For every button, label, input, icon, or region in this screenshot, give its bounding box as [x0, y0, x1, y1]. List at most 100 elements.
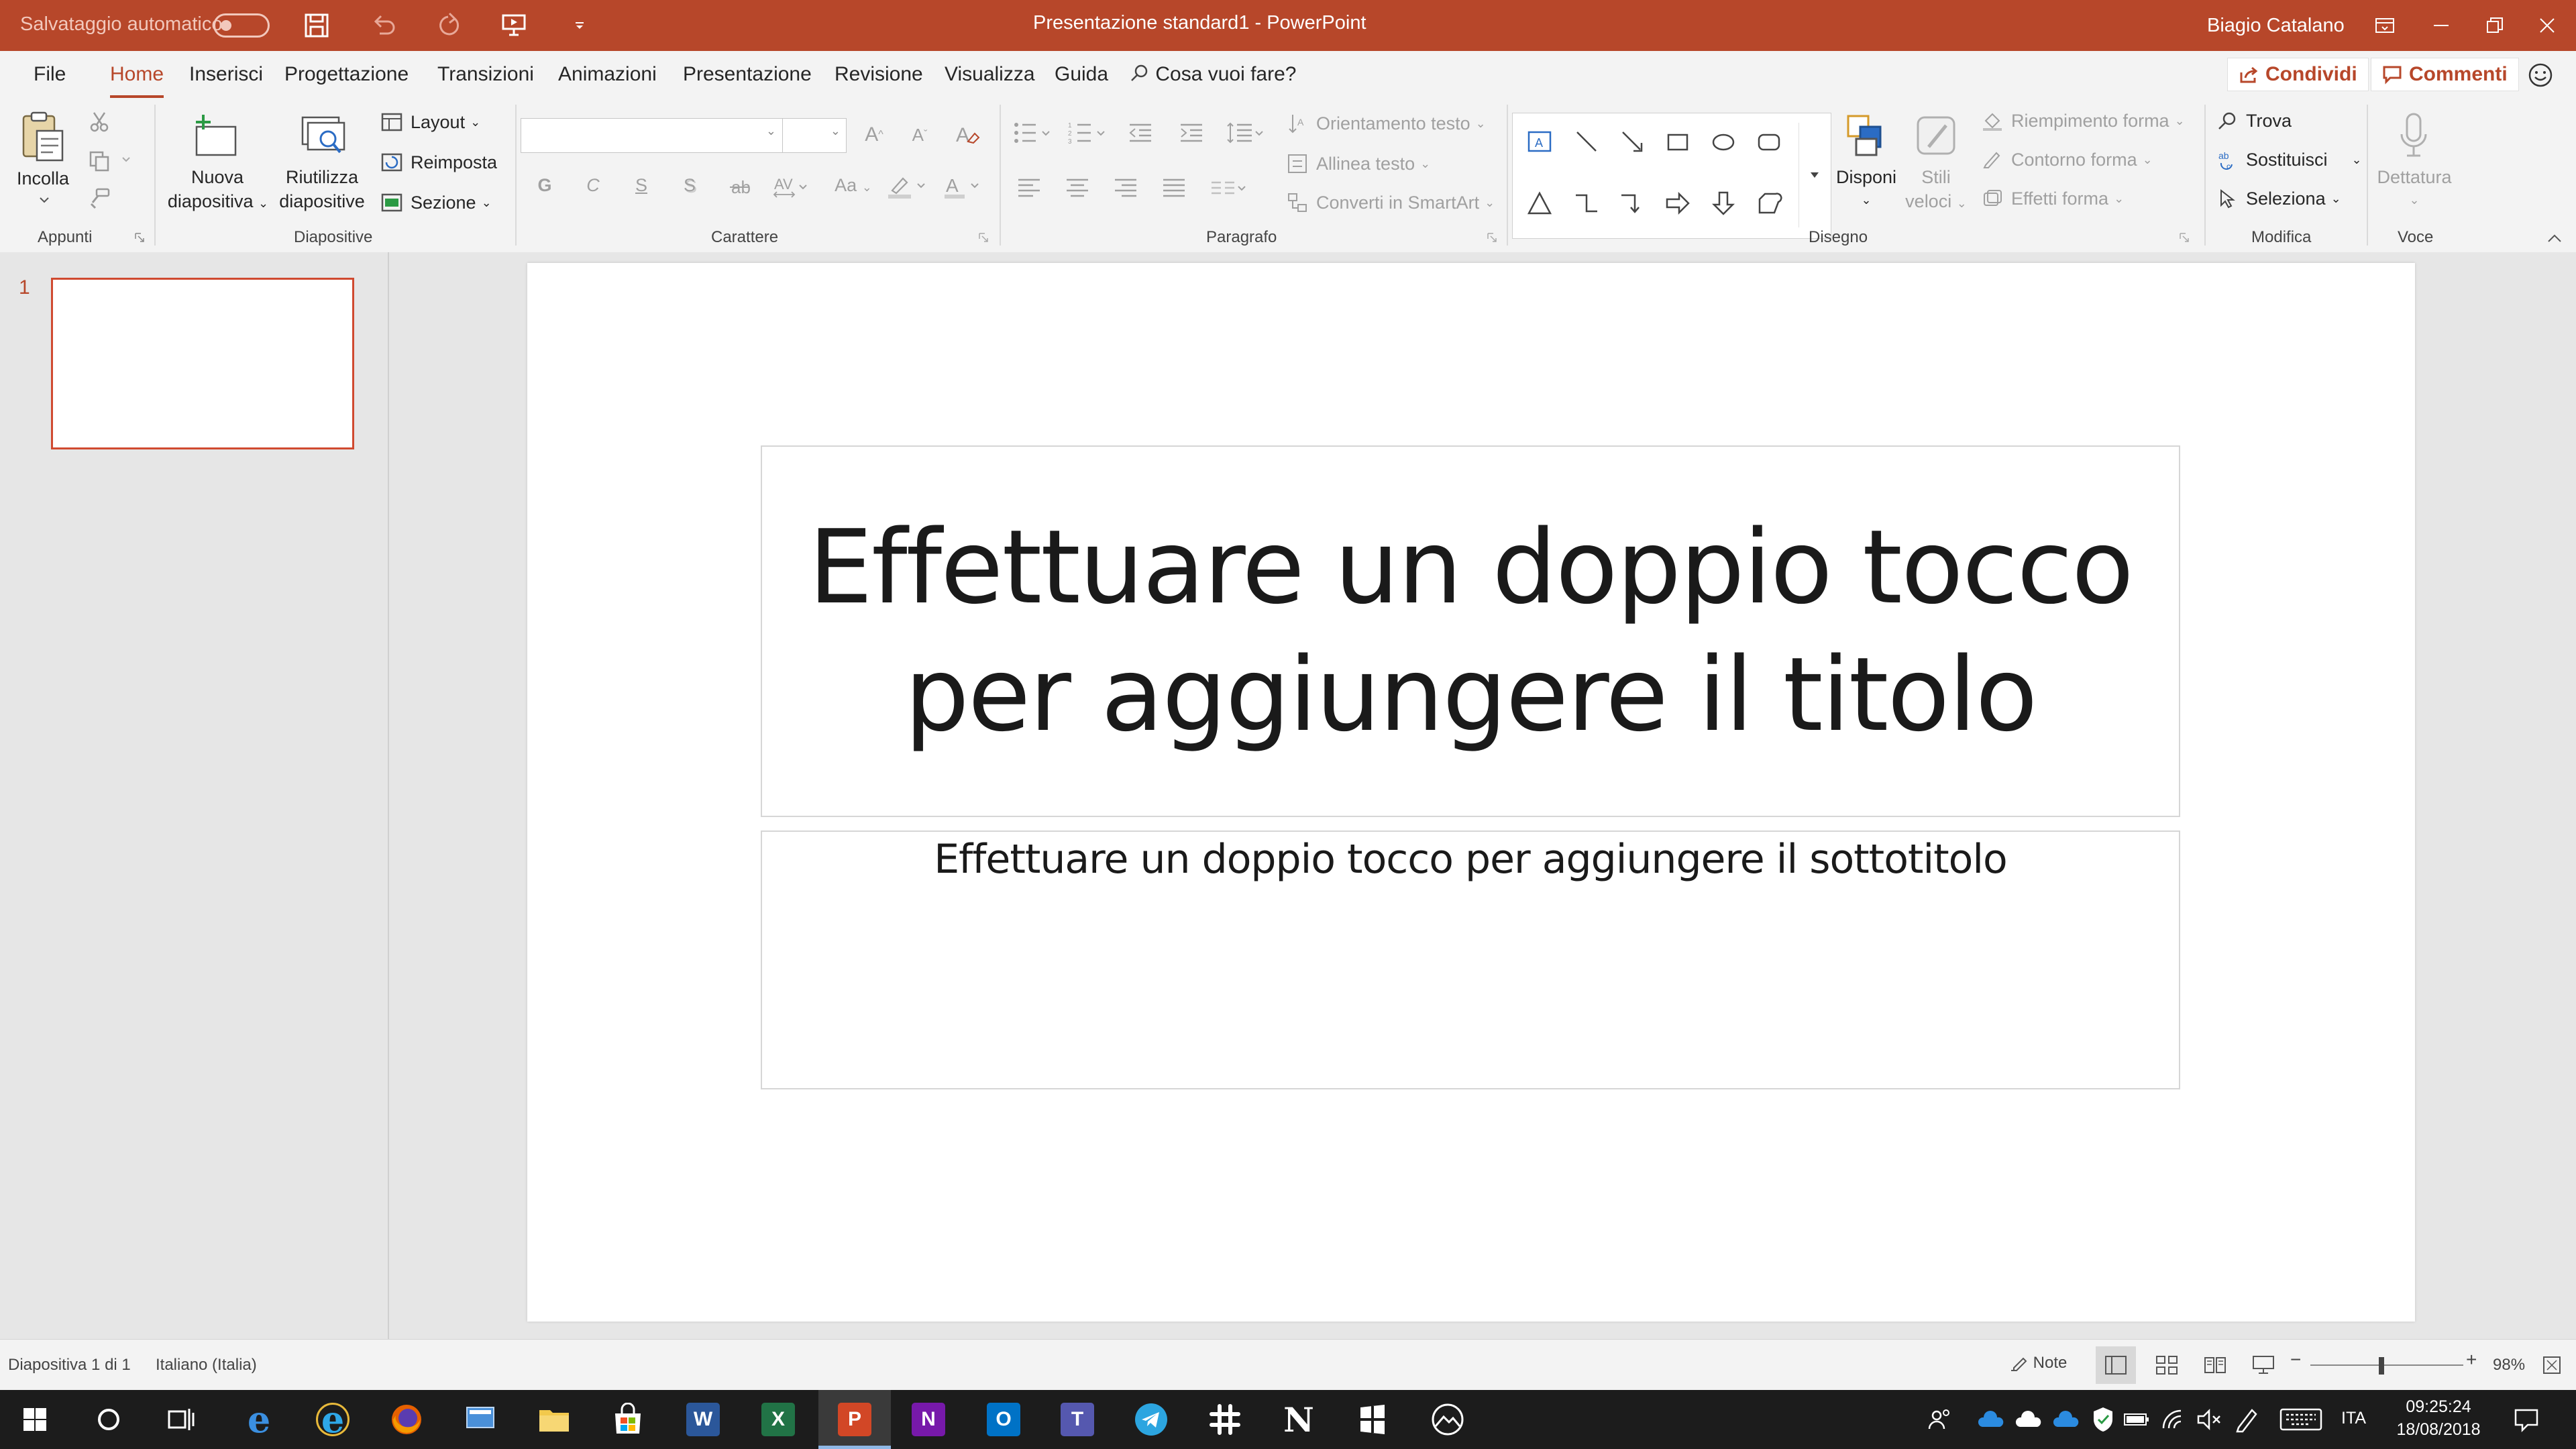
reuse-slides-icon[interactable] — [294, 109, 350, 162]
dictate-dropdown-icon[interactable]: ⌄ — [2399, 188, 2430, 212]
zoom-out-button[interactable]: − — [2290, 1349, 2301, 1371]
reset-button[interactable]: Reimposta — [380, 150, 497, 174]
rounded-rectangle-shape-icon[interactable] — [1750, 123, 1788, 160]
fit-to-window-icon[interactable] — [2537, 1350, 2567, 1380]
share-button[interactable]: Condividi — [2227, 58, 2369, 91]
slide[interactable]: Effettuare un doppio tocco per aggiungere… — [527, 263, 2415, 1322]
zoom-level[interactable]: 98% — [2493, 1356, 2525, 1375]
start-presentation-icon[interactable] — [495, 7, 533, 44]
clipboard-launcher-icon[interactable] — [133, 231, 146, 244]
zoom-slider-track[interactable] — [2310, 1364, 2463, 1366]
defender-shield-icon[interactable] — [2088, 1399, 2118, 1440]
microsoft-store-icon[interactable] — [608, 1399, 648, 1440]
elbow-arrow-connector-shape-icon[interactable] — [1613, 184, 1651, 222]
section-button[interactable]: Sezione ⌄ — [380, 191, 492, 215]
edge-browser-icon[interactable]: e — [239, 1398, 279, 1441]
tab-help[interactable]: Guida — [1055, 63, 1108, 86]
subtitle-placeholder[interactable]: Effettuare un doppio tocco per aggiunger… — [761, 830, 2180, 1089]
ribbon-display-options-icon[interactable] — [2355, 0, 2415, 51]
system-clock[interactable]: 09:25:24 18/08/2018 — [2388, 1395, 2489, 1441]
bold-button[interactable]: G — [533, 173, 557, 197]
tab-insert[interactable]: Inserisci — [189, 63, 263, 86]
wifi-icon[interactable] — [2159, 1399, 2190, 1440]
arrange-icon[interactable] — [1839, 107, 1893, 164]
quick-styles-icon[interactable] — [1909, 107, 1963, 164]
underline-button[interactable]: S — [629, 173, 653, 197]
align-right-icon[interactable] — [1110, 173, 1142, 203]
font-size-combo[interactable]: ⌄ — [782, 118, 847, 153]
rectangle-shape-icon[interactable] — [1659, 123, 1697, 160]
arrange-dropdown-icon[interactable]: ⌄ — [1850, 188, 1882, 212]
onedrive-icon-3[interactable] — [2050, 1399, 2081, 1440]
collapse-ribbon-icon[interactable] — [2542, 228, 2567, 248]
excel-icon[interactable]: X — [758, 1399, 798, 1440]
notion-icon[interactable]: N — [1279, 1399, 1319, 1440]
triangle-shape-icon[interactable] — [1521, 184, 1558, 222]
reuse-slides-label-1[interactable]: Riutilizza — [275, 165, 369, 189]
line-spacing-icon[interactable] — [1224, 118, 1269, 148]
touch-keyboard-icon[interactable] — [2275, 1399, 2326, 1440]
copy-dropdown-icon[interactable] — [118, 152, 134, 168]
font-name-combo[interactable]: ⌄ — [521, 118, 784, 153]
tell-me-box[interactable]: Cosa vuoi fare? — [1130, 63, 1296, 86]
onedrive-icon-2[interactable] — [2012, 1399, 2043, 1440]
paste-dropdown-icon[interactable] — [31, 192, 58, 208]
people-icon[interactable] — [1920, 1399, 1960, 1440]
onenote-icon[interactable]: N — [908, 1399, 949, 1440]
decrease-indent-icon[interactable] — [1124, 118, 1157, 148]
tab-animations[interactable]: Animazioni — [558, 63, 657, 86]
user-name[interactable]: Biagio Catalano — [2207, 15, 2345, 37]
pen-ink-workspace-icon[interactable] — [2231, 1399, 2262, 1440]
drawing-launcher-icon[interactable] — [2178, 231, 2191, 244]
decrease-font-size-icon[interactable]: Aˇ — [903, 118, 936, 152]
desktop-app-icon[interactable] — [460, 1399, 500, 1440]
convert-smartart-button[interactable]: Converti in SmartArt ⌄ — [1285, 191, 1495, 215]
onedrive-icon-1[interactable] — [1975, 1399, 2006, 1440]
text-direction-button[interactable]: A Orientamento testo ⌄ — [1285, 111, 1486, 136]
line-shape-icon[interactable] — [1568, 123, 1605, 160]
normal-view-icon[interactable] — [2096, 1346, 2136, 1384]
feedback-smiley-icon[interactable] — [2524, 60, 2557, 90]
slide-thumbnail[interactable] — [51, 278, 354, 449]
tab-design[interactable]: Progettazione — [284, 63, 409, 86]
justify-icon[interactable] — [1158, 173, 1190, 203]
paste-label[interactable]: Incolla — [13, 166, 72, 191]
action-center-icon[interactable] — [2506, 1399, 2546, 1440]
slideshow-view-icon[interactable] — [2243, 1346, 2284, 1384]
replace-button[interactable]: ab c Sostituisci ⌄ — [2215, 148, 2362, 172]
powerpoint-icon[interactable]: P — [835, 1399, 875, 1440]
reuse-slides-label-2[interactable]: diapositive — [275, 189, 369, 213]
copy-icon[interactable] — [86, 148, 113, 174]
tab-view[interactable]: Visualizza — [945, 63, 1035, 86]
clear-formatting-icon[interactable]: A — [949, 118, 985, 152]
slack-icon[interactable] — [1205, 1399, 1245, 1440]
increase-indent-icon[interactable] — [1175, 118, 1208, 148]
cortana-search-icon[interactable] — [89, 1399, 129, 1440]
tab-file[interactable]: File — [34, 63, 66, 86]
tab-transitions[interactable]: Transizioni — [437, 63, 534, 86]
right-arrow-shape-icon[interactable] — [1659, 184, 1697, 222]
freeform-shape-icon[interactable] — [1750, 184, 1788, 222]
outlook-icon[interactable]: O — [983, 1399, 1024, 1440]
tab-home[interactable]: Home — [110, 63, 164, 99]
flag-app-icon[interactable] — [1352, 1399, 1393, 1440]
new-slide-label-1[interactable]: Nuova — [165, 165, 270, 189]
word-icon[interactable]: W — [683, 1399, 723, 1440]
firefox-icon[interactable] — [386, 1399, 427, 1440]
microphone-icon[interactable] — [2385, 107, 2442, 164]
font-color-icon[interactable]: A — [939, 172, 987, 201]
numbering-icon[interactable]: 123 — [1065, 118, 1111, 148]
increase-font-size-icon[interactable]: A ^ — [857, 118, 891, 152]
save-icon[interactable] — [298, 7, 335, 44]
dictate-label[interactable]: Dettatura — [2375, 165, 2454, 189]
redo-icon[interactable] — [429, 7, 467, 44]
customize-toolbar-icon[interactable] — [561, 7, 598, 44]
align-left-icon[interactable] — [1013, 173, 1045, 203]
align-center-icon[interactable] — [1061, 173, 1093, 203]
highlight-color-icon[interactable] — [883, 172, 931, 201]
quick-styles-label-1[interactable]: Stili — [1909, 165, 1963, 189]
restore-icon[interactable] — [2465, 0, 2525, 51]
text-shadow-button[interactable]: S — [678, 173, 702, 197]
internet-explorer-icon[interactable]: e — [313, 1398, 353, 1441]
text-box-shape-icon[interactable]: A — [1521, 123, 1558, 160]
